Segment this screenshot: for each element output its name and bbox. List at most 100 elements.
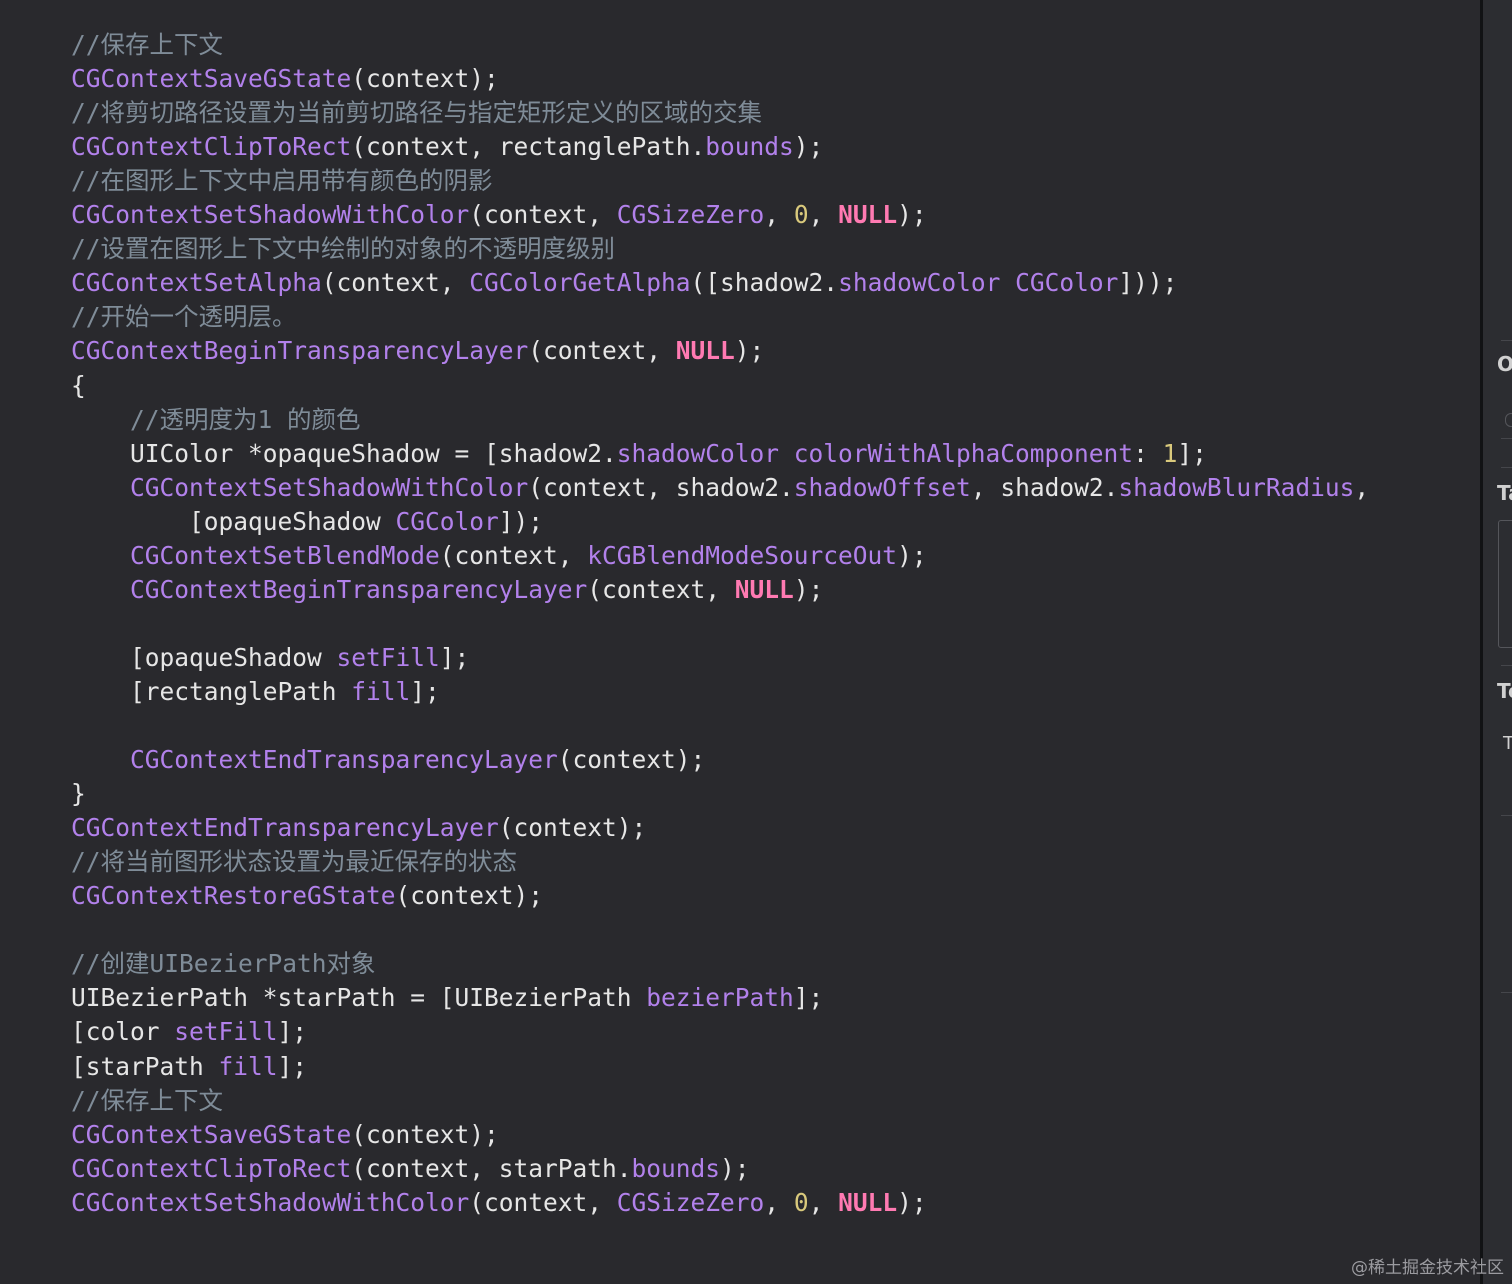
code-text: (context, starPath. — [351, 1153, 632, 1183]
code-text: (context); — [557, 745, 706, 775]
code-text: UIColor *opaqueShadow = [shadow2. — [71, 438, 617, 468]
code-line[interactable]: CGContextRestoreGState(context); — [71, 879, 543, 913]
code-line[interactable]: [opaqueShadow CGColor]); — [71, 505, 543, 539]
inspector-separator — [1501, 992, 1512, 993]
code-text: ]; — [410, 676, 440, 706]
code-text: , — [764, 200, 794, 230]
code-text: [opaqueShadow — [71, 642, 337, 672]
code-number: 0 — [793, 200, 809, 230]
code-editor[interactable]: //保存上下文 CGContextSaveGState(context);//将剪… — [0, 0, 1480, 1284]
code-line[interactable]: //保存上下文 — [71, 28, 223, 62]
code-text: ]; — [277, 1051, 308, 1081]
code-line[interactable]: CGContextSetShadowWithColor(context, CGS… — [71, 1186, 927, 1220]
code-line[interactable]: UIBezierPath *starPath = [UIBezierPath b… — [71, 981, 823, 1015]
code-identifier: CGContextSaveGState — [71, 1119, 352, 1149]
inspector-separator — [1501, 467, 1512, 468]
code-identifier: bounds — [631, 1153, 721, 1183]
code-comment: //将剪切路径设置为当前剪切路径与指定矩形定义的区域的交集 — [71, 98, 762, 128]
code-text: UIBezierPath *starPath = [UIBezierPath — [71, 983, 647, 1013]
code-line[interactable]: CGContextBeginTransparencyLayer(context,… — [71, 573, 823, 607]
code-text: ]; — [1177, 438, 1207, 468]
inspector-section-title: Te — [1497, 679, 1512, 703]
code-text: : — [1133, 438, 1163, 468]
code-line[interactable]: //将当前图形状态设置为最近保存的状态 — [71, 845, 517, 879]
code-line[interactable]: [starPath fill]; — [71, 1050, 307, 1084]
code-text: (context); — [351, 64, 499, 94]
code-line[interactable]: CGContextSetShadowWithColor(context, sha… — [71, 471, 1369, 505]
code-text: ]; — [439, 642, 470, 672]
code-comment: //开始一个透明层。 — [71, 302, 297, 332]
code-text: ); — [897, 1187, 927, 1217]
code-line[interactable]: CGContextSaveGState(context); — [71, 1118, 499, 1152]
code-line[interactable]: UIColor *opaqueShadow = [shadow2.shadowC… — [71, 437, 1207, 471]
code-identifier: setFill — [174, 1017, 278, 1047]
code-text: (context, — [469, 1187, 617, 1217]
code-identifier: CGContextSetShadowWithColor — [71, 1187, 470, 1217]
inspector-separator — [1501, 438, 1512, 439]
code-line[interactable]: [opaqueShadow setFill]; — [71, 641, 469, 675]
code-line[interactable]: [color setFill]; — [71, 1015, 307, 1049]
code-text: (context); — [351, 1119, 499, 1149]
code-comment: //保存上下文 — [71, 1085, 223, 1115]
code-identifier: CGContextSetShadowWithColor — [71, 200, 470, 230]
inspector-text-box[interactable] — [1498, 520, 1512, 648]
inspector-field-label: T — [1503, 733, 1512, 754]
code-identifier: CGContextClipToRect — [71, 1153, 352, 1183]
code-text: ([shadow2. — [690, 268, 839, 298]
code-text: ])); — [1118, 268, 1178, 298]
code-identifier: CGContextSetShadowWithColor — [130, 472, 529, 502]
code-identifier: CGSizeZero — [616, 200, 765, 230]
code-line[interactable]: //在图形上下文中启用带有颜色的阴影 — [71, 164, 493, 198]
code-line[interactable]: //设置在图形上下文中绘制的对象的不透明度级别 — [71, 232, 615, 266]
inspector-field-icon — [1505, 413, 1512, 427]
code-line[interactable]: CGContextEndTransparencyLayer(context); — [71, 811, 646, 845]
code-line[interactable]: CGContextSaveGState(context); — [71, 62, 499, 96]
code-text: ]); — [498, 506, 544, 536]
code-line[interactable]: CGContextClipToRect(context, starPath.bo… — [71, 1152, 750, 1186]
code-identifier: setFill — [336, 642, 440, 672]
inspector-panel: O Ta Te T — [1483, 0, 1512, 1284]
code-identifier: CGSizeZero — [616, 1187, 765, 1217]
code-identifier: fill — [351, 676, 411, 706]
code-text: , — [808, 1187, 839, 1217]
code-line[interactable]: { — [71, 369, 86, 403]
code-identifier: CGContextClipToRect — [71, 132, 352, 162]
code-text: (context, — [439, 540, 588, 570]
code-text: (context, — [528, 336, 676, 366]
code-line[interactable]: [rectanglePath fill]; — [71, 675, 440, 709]
code-line[interactable]: //开始一个透明层。 — [71, 300, 297, 334]
code-text: ); — [793, 574, 824, 604]
code-line[interactable]: } — [71, 777, 86, 811]
inspector-separator — [1501, 815, 1512, 816]
code-text: ]; — [793, 983, 824, 1013]
code-text: (context, rectanglePath. — [351, 132, 706, 162]
code-identifier: kCGBlendModeSourceOut — [587, 540, 898, 570]
code-line[interactable]: CGContextClipToRect(context, rectanglePa… — [71, 130, 823, 164]
code-line[interactable]: CGContextSetBlendMode(context, kCGBlendM… — [71, 539, 927, 573]
code-comment: //保存上下文 — [71, 30, 223, 59]
code-identifier: shadowOffset — [793, 472, 971, 502]
code-keyword: NULL — [675, 336, 735, 366]
code-line[interactable]: //创建UIBezierPath对象 — [71, 947, 376, 981]
code-text: , shadow2. — [970, 472, 1119, 502]
code-line[interactable]: //保存上下文 — [71, 1084, 223, 1118]
code-text: ]; — [277, 1017, 308, 1047]
code-number: 0 — [793, 1187, 809, 1217]
code-text: [opaqueShadow — [71, 506, 396, 536]
code-line[interactable]: CGContextSetAlpha(context, CGColorGetAlp… — [71, 266, 1177, 300]
code-line[interactable]: CGContextBeginTransparencyLayer(context,… — [71, 334, 764, 368]
code-identifier: CGContextEndTransparencyLayer — [71, 813, 499, 843]
code-identifier: colorWithAlphaComponent — [793, 438, 1134, 468]
code-text: , — [1354, 472, 1370, 502]
code-line[interactable]: CGContextSetShadowWithColor(context, CGS… — [71, 198, 927, 232]
code-line[interactable]: //将剪切路径设置为当前剪切路径与指定矩形定义的区域的交集 — [71, 96, 762, 130]
code-text: , — [808, 200, 839, 230]
code-line[interactable]: CGContextEndTransparencyLayer(context); — [71, 743, 705, 777]
code-identifier: CGColorGetAlpha — [469, 268, 691, 298]
inspector-separator — [1501, 665, 1512, 666]
code-line[interactable]: //透明度为1 的颜色 — [71, 403, 361, 437]
